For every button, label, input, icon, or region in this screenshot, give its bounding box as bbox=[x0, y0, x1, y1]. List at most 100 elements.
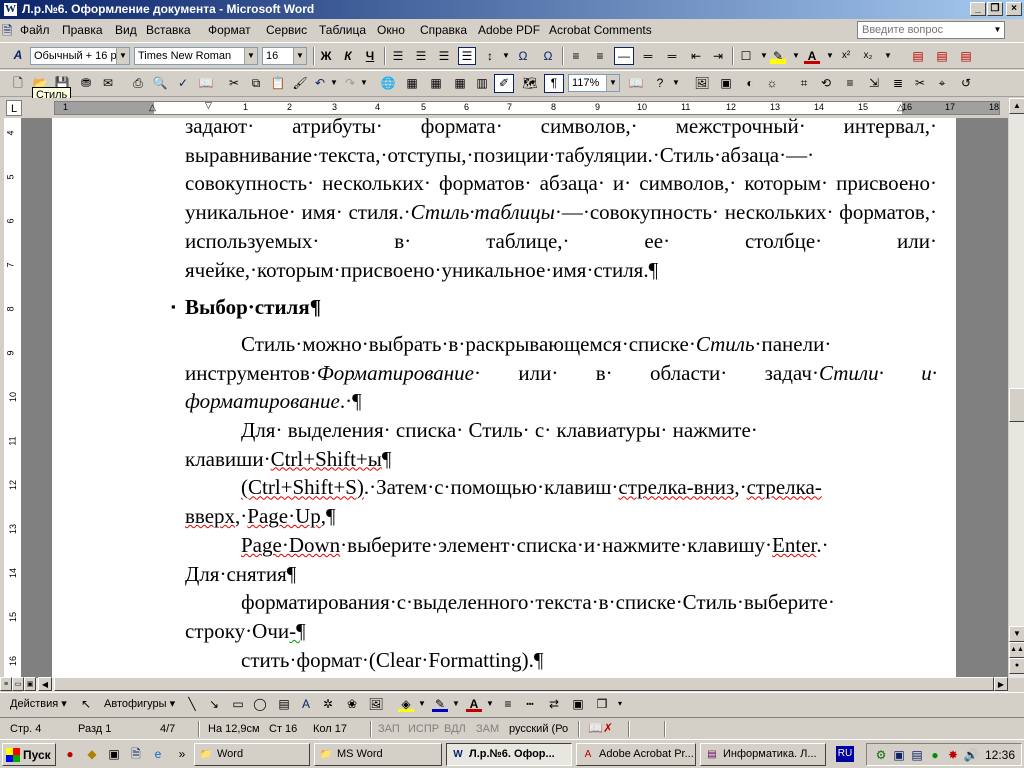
tables-borders-icon[interactable]: ▦ bbox=[404, 75, 420, 91]
paragraph-styles-definition[interactable]: задают· атрибуты· формата· символов,· ме… bbox=[185, 118, 937, 284]
contrast-icon[interactable]: ◐ bbox=[742, 75, 758, 91]
tab-selector-icon[interactable]: L bbox=[6, 100, 22, 116]
maximize-button[interactable]: ❐ bbox=[987, 2, 1003, 16]
justify-icon[interactable]: ☰ bbox=[458, 47, 476, 65]
web-view-icon[interactable]: ▭ bbox=[12, 677, 24, 691]
task-word-folder[interactable]: 📁 Word bbox=[194, 743, 310, 766]
numbering-icon[interactable]: ≡ bbox=[568, 48, 584, 64]
font-combo[interactable]: Times New Roman ▼ bbox=[134, 47, 258, 65]
chevron-down-icon[interactable]: ▼ bbox=[482, 696, 498, 712]
menu-acrobat-comments[interactable]: Acrobat Comments bbox=[549, 23, 652, 37]
document-text[interactable]: задают· атрибуты· формата· символов,· ме… bbox=[171, 118, 937, 674]
symbol-icon[interactable]: Ω bbox=[540, 48, 556, 64]
font-size-combo[interactable]: 16 ▼ bbox=[262, 47, 307, 65]
3d-style-icon[interactable]: ❒ bbox=[594, 696, 610, 712]
document-icon[interactable]: 🗎 bbox=[2, 22, 12, 44]
arrow-icon[interactable]: ↘ bbox=[206, 696, 222, 712]
brightness-icon[interactable]: ☼ bbox=[764, 75, 780, 91]
chevron-down-icon[interactable]: ▼ bbox=[414, 696, 430, 712]
paragraph-style-select[interactable]: Стиль·можно·выбрать·в·раскрывающемся·спи… bbox=[185, 330, 937, 416]
status-track-changes[interactable]: ИСПР bbox=[408, 723, 439, 735]
research-icon[interactable]: 📖 bbox=[198, 75, 214, 91]
actions-menu[interactable]: Действия ▾ bbox=[10, 697, 67, 710]
diagram-icon[interactable]: ✲ bbox=[320, 696, 336, 712]
superscript-icon[interactable]: x² bbox=[838, 48, 854, 64]
print-preview-icon[interactable]: 🔍 bbox=[152, 75, 168, 91]
chevron-down-icon[interactable]: ▼ bbox=[822, 48, 838, 64]
chevron-down-icon[interactable]: ▼ bbox=[326, 75, 342, 91]
clip-art-icon[interactable]: ❀ bbox=[344, 696, 360, 712]
tray-network-icon[interactable]: ⚙ bbox=[873, 747, 889, 763]
pdf-email-icon[interactable]: ▤ bbox=[934, 48, 950, 64]
quicklaunch-opera-icon[interactable]: ● bbox=[62, 746, 78, 762]
paragraph-clear-formatting[interactable]: форматирования·с·выделенного·текста·в·сп… bbox=[185, 588, 937, 645]
print-layout-view-icon[interactable]: ▣ bbox=[24, 677, 36, 691]
hanging-indent-marker-icon[interactable]: △ bbox=[149, 102, 156, 113]
font-color-icon[interactable]: A bbox=[804, 48, 820, 64]
scroll-thumb[interactable] bbox=[1009, 388, 1024, 422]
permission-icon[interactable]: ⛃ bbox=[78, 75, 94, 91]
styles-pane-icon[interactable]: A bbox=[10, 47, 26, 63]
menu-view[interactable]: Вид bbox=[115, 23, 137, 37]
vertical-scrollbar[interactable]: ▲ ▼ ▲▲ ● bbox=[1008, 98, 1024, 678]
normal-view-icon[interactable]: ≡ bbox=[0, 677, 12, 691]
close-button[interactable]: × bbox=[1006, 2, 1022, 16]
highlight-icon[interactable]: ✎ bbox=[770, 48, 786, 64]
quicklaunch-ie-icon[interactable]: e bbox=[150, 746, 166, 762]
new-document-icon[interactable]: 🗋 bbox=[10, 75, 26, 91]
format-painter-icon[interactable]: 🖌 bbox=[292, 75, 308, 91]
quicklaunch-winrar-icon[interactable]: ◆ bbox=[84, 746, 100, 762]
menu-window[interactable]: Окно bbox=[377, 23, 405, 37]
zoom-combo[interactable]: 117% ▼ bbox=[568, 74, 620, 92]
line-color-icon[interactable]: ✎ bbox=[432, 696, 448, 712]
crop-icon[interactable]: ⌗ bbox=[796, 75, 812, 91]
help-search-input[interactable]: Введите вопрос bbox=[857, 21, 1005, 39]
paste-icon[interactable]: 📋 bbox=[270, 75, 286, 91]
quicklaunch-word-icon[interactable]: 🗎 bbox=[128, 746, 144, 762]
shadow-style-icon[interactable]: ▣ bbox=[570, 696, 586, 712]
bullets-icon[interactable]: ≡ bbox=[592, 48, 608, 64]
insert-table-icon[interactable]: ▦ bbox=[428, 75, 444, 91]
chevron-down-icon[interactable]: ▼ bbox=[606, 75, 619, 91]
line-style-icon[interactable]: ≡ bbox=[842, 75, 858, 91]
select-browse-object-icon[interactable]: ● bbox=[1009, 658, 1024, 674]
menu-table[interactable]: Таблица bbox=[319, 23, 366, 37]
task-informatika[interactable]: ▤ Информатика. Л... bbox=[700, 743, 826, 766]
status-extend[interactable]: ВДЛ bbox=[444, 723, 466, 735]
oval-icon[interactable]: ◯ bbox=[252, 696, 268, 712]
menu-format[interactable]: Формат bbox=[208, 23, 251, 37]
align-left-icon[interactable]: ☰ bbox=[390, 48, 406, 64]
help-icon[interactable]: ? bbox=[652, 75, 668, 91]
tray-display-icon[interactable]: ▤ bbox=[909, 747, 925, 763]
scroll-up-icon[interactable]: ▲ bbox=[1009, 98, 1024, 114]
paragraph-arrow-keys[interactable]: (Ctrl+Shift+S).·Затем·с·помощью·клавиш·с… bbox=[185, 473, 937, 530]
border-icon[interactable]: — bbox=[614, 47, 634, 65]
drawing-icon[interactable]: ✐ bbox=[494, 74, 514, 93]
bold-button[interactable]: Ж bbox=[318, 48, 334, 64]
indent-icon[interactable]: ⇥ bbox=[710, 48, 726, 64]
columns-icon[interactable]: ▥ bbox=[474, 75, 490, 91]
align-right-icon[interactable]: ☰ bbox=[436, 48, 452, 64]
chevron-down-icon[interactable]: ▼ bbox=[244, 48, 257, 64]
horizontal-ruler[interactable]: 1 1 2 3 4 5 6 7 8 9 10 11 12 13 14 15 16… bbox=[54, 101, 1000, 115]
spelling-status-icon[interactable]: 📖✗ bbox=[588, 721, 613, 735]
scroll-down-icon[interactable]: ▼ bbox=[1009, 626, 1024, 642]
chevron-down-icon[interactable]: ▾ bbox=[612, 696, 628, 712]
chevron-down-icon[interactable]: ▼ bbox=[293, 48, 306, 64]
task-acrobat[interactable]: A Adobe Acrobat Pr... bbox=[576, 743, 696, 766]
compress-icon[interactable]: ⇲ bbox=[866, 75, 882, 91]
picture-icon[interactable]: 🖼 bbox=[368, 696, 384, 712]
print-icon[interactable]: ⎙ bbox=[130, 75, 146, 91]
task-msword-folder[interactable]: 📁 MS Word bbox=[314, 743, 442, 766]
status-language[interactable]: русский (Ро bbox=[509, 723, 568, 735]
insert-excel-icon[interactable]: ▦ bbox=[452, 75, 468, 91]
chevron-down-icon[interactable]: ▼ bbox=[356, 75, 372, 91]
email-icon[interactable]: ✉ bbox=[100, 75, 116, 91]
horizontal-scroll-thumb[interactable] bbox=[54, 677, 994, 691]
insert-picture-icon[interactable]: 🖼 bbox=[694, 75, 710, 91]
chevron-down-icon[interactable]: ▼ bbox=[668, 75, 684, 91]
tray-monitor-icon[interactable]: ▣ bbox=[891, 747, 907, 763]
menu-insert[interactable]: Вставка bbox=[146, 23, 191, 37]
read-icon[interactable]: 📖 bbox=[628, 75, 644, 91]
tray-volume-icon[interactable]: 🔊 bbox=[963, 747, 979, 763]
